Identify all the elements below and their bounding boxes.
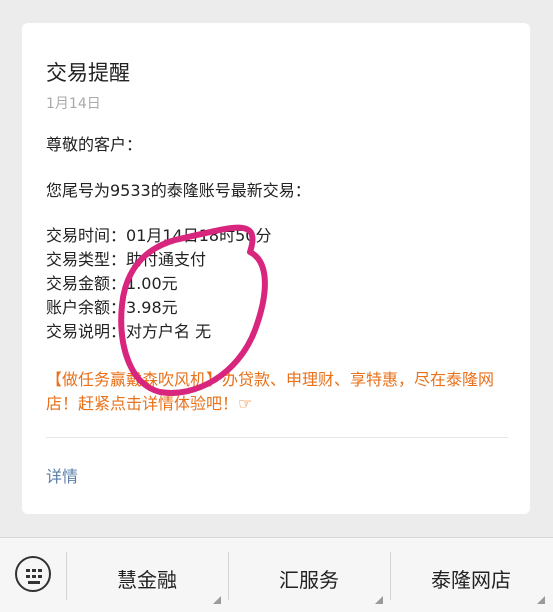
keyboard-icon[interactable] (15, 556, 51, 592)
row-label: 交易金额： (46, 274, 127, 293)
row-label: 账户余额： (46, 298, 127, 317)
submenu-indicator-icon (375, 596, 383, 604)
submenu-indicator-icon (537, 596, 545, 604)
detail-link[interactable]: 详情 (46, 463, 78, 487)
menu-item-huifuwu[interactable]: 汇服务 (229, 538, 389, 612)
transaction-note-row: 交易说明：对方户名 无 (46, 321, 211, 343)
transaction-time-row: 交易时间：01月14日18时50分 (46, 225, 271, 247)
row-value: 助付通支付 (126, 250, 207, 269)
menu-item-label: 汇服务 (279, 568, 339, 592)
row-value: 对方户名 无 (126, 322, 212, 341)
account-balance-row: 账户余额：3.98元 (46, 297, 178, 319)
row-label: 交易类型： (46, 250, 127, 269)
card-divider (46, 437, 508, 438)
menu-item-label: 慧金融 (117, 568, 177, 592)
greeting-text: 尊敬的客户： (46, 135, 143, 154)
bottom-menu-bar: 慧金融 汇服务 泰隆网店 (0, 537, 553, 612)
transaction-type-row: 交易类型：助付通支付 (46, 249, 206, 271)
promo-text[interactable]: 【做任务赢戴森吹风机】办贷款、申理财、享特惠，尽在泰隆网店！赶紧点击详情体验吧！… (46, 368, 510, 416)
message-title: 交易提醒 (46, 61, 130, 85)
menu-item-huijinrong[interactable]: 慧金融 (67, 538, 227, 612)
row-value: 3.98元 (126, 298, 178, 317)
message-card[interactable]: 交易提醒 1月14日 尊敬的客户： 您尾号为9533的泰隆账号最新交易： 交易时… (22, 23, 530, 514)
intro-text: 您尾号为9533的泰隆账号最新交易： (46, 181, 311, 200)
message-date: 1月14日 (46, 96, 101, 112)
menu-item-tailong-shop[interactable]: 泰隆网店 (391, 538, 551, 612)
row-value: 01月14日18时50分 (126, 226, 272, 245)
submenu-indicator-icon (213, 596, 221, 604)
transaction-amount-row: 交易金额：1.00元 (46, 273, 178, 295)
row-value: 1.00元 (126, 274, 178, 293)
menu-item-label: 泰隆网店 (431, 568, 511, 592)
row-label: 交易说明： (46, 322, 127, 341)
row-label: 交易时间： (46, 226, 127, 245)
